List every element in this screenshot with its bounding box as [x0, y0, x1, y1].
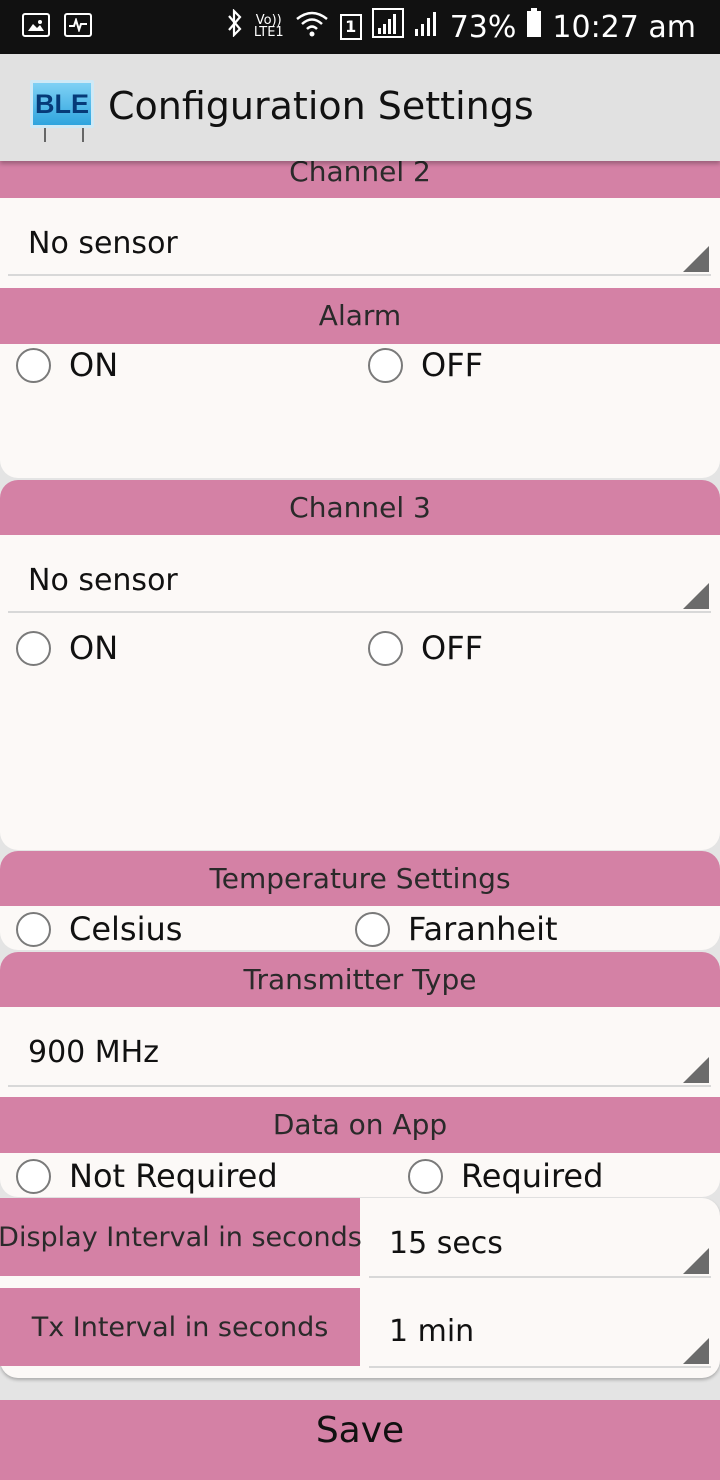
temperature-header-label: Temperature Settings	[209, 862, 511, 895]
signal-icon	[371, 8, 404, 46]
transmitter-header: Transmitter Type	[0, 952, 720, 1007]
volte-bottom-label: LTE1	[253, 25, 284, 40]
required-label: Required	[461, 1157, 604, 1195]
tx-interval-label: Tx Interval in seconds	[0, 1288, 360, 1366]
channel3-header-label: Channel 3	[289, 491, 431, 524]
settings-scroll-area[interactable]: Channel 2 No sensor Alarm ON OFF Channel…	[0, 161, 720, 1480]
radio-unchecked-icon	[368, 347, 403, 383]
celsius-radio[interactable]: Celsius	[16, 910, 182, 948]
app-bar: BLE Configuration Settings	[0, 54, 720, 161]
channel2-header-label: Channel 2	[289, 161, 431, 188]
tx-interval-value: 1 min	[389, 1314, 475, 1349]
dropdown-arrow-icon	[683, 1057, 709, 1083]
channel3-header: Channel 3	[0, 480, 720, 535]
dropdown-arrow-icon	[683, 1338, 709, 1364]
sim1-icon: 1	[339, 14, 362, 40]
dropdown-arrow-icon	[683, 583, 709, 609]
image-icon	[22, 13, 50, 37]
channel2-sensor-value: No sensor	[28, 226, 178, 261]
radio-unchecked-icon	[16, 1158, 51, 1194]
transmitter-card: 900 MHz	[0, 1007, 720, 1097]
dropdown-arrow-icon	[683, 246, 709, 272]
channel3-on-radio[interactable]: ON	[16, 629, 118, 667]
alarm-off-label: OFF	[421, 346, 483, 384]
status-left-icons	[22, 13, 92, 37]
radio-unchecked-icon	[368, 630, 403, 666]
display-interval-spinner[interactable]: 15 secs	[369, 1198, 711, 1278]
alarm-card: ON OFF	[0, 344, 720, 478]
wifi-icon	[294, 9, 330, 45]
not-required-radio[interactable]: Not Required	[16, 1157, 278, 1195]
alarm-header: Alarm	[0, 288, 720, 344]
not-required-label: Not Required	[69, 1157, 278, 1195]
transmitter-type-value: 900 MHz	[28, 1035, 159, 1070]
status-right-icons: Vo)) LTE1 1 73% 10:27 am	[226, 8, 696, 46]
display-interval-label: Display Interval in seconds	[0, 1198, 362, 1276]
save-button[interactable]: Save	[0, 1400, 720, 1480]
battery-icon	[526, 8, 542, 46]
bluetooth-icon	[226, 8, 244, 45]
transmitter-type-spinner[interactable]: 900 MHz	[8, 1007, 711, 1087]
celsius-label: Celsius	[69, 910, 183, 948]
dropdown-arrow-icon	[683, 1248, 709, 1274]
radio-unchecked-icon	[16, 347, 51, 383]
temperature-header: Temperature Settings	[0, 851, 720, 906]
page-title: Configuration Settings	[108, 84, 534, 128]
data-on-app-header-label: Data on App	[272, 1108, 448, 1141]
signal2-icon	[414, 9, 440, 45]
channel2-header: Channel 2	[0, 161, 720, 198]
channel2-card: No sensor	[0, 198, 720, 288]
channel3-on-label: ON	[69, 629, 119, 667]
alarm-on-radio[interactable]: ON	[16, 346, 118, 384]
ble-logo-stand	[44, 128, 84, 142]
channel3-sensor-value: No sensor	[28, 563, 178, 598]
channel2-sensor-spinner[interactable]: No sensor	[8, 198, 711, 276]
temperature-card: Celsius Faranheit	[0, 906, 720, 950]
radio-unchecked-icon	[408, 1158, 443, 1194]
radio-unchecked-icon	[16, 911, 51, 947]
clock: 10:27 am	[552, 9, 696, 45]
data-on-app-header: Data on App	[0, 1097, 720, 1153]
volte-icon: Vo)) LTE1	[253, 14, 284, 40]
tx-interval-spinner[interactable]: 1 min	[369, 1288, 711, 1368]
battery-percent: 73%	[449, 9, 517, 45]
channel3-off-radio[interactable]: OFF	[368, 629, 483, 667]
channel3-off-label: OFF	[421, 629, 483, 667]
display-interval-value: 15 secs	[389, 1226, 503, 1261]
radio-unchecked-icon	[16, 630, 51, 666]
intervals-card: Display Interval in seconds 15 secs Tx I…	[0, 1198, 720, 1378]
data-on-app-card: Not Required Required	[0, 1153, 720, 1197]
transmitter-header-label: Transmitter Type	[243, 963, 477, 996]
status-bar: Vo)) LTE1 1 73% 10:27 am	[0, 0, 720, 54]
ble-logo: BLE	[30, 80, 94, 128]
channel3-sensor-spinner[interactable]: No sensor	[8, 535, 711, 613]
required-radio[interactable]: Required	[408, 1157, 603, 1195]
radio-unchecked-icon	[355, 911, 390, 947]
faranheit-label: Faranheit	[408, 910, 558, 948]
alarm-on-label: ON	[69, 346, 119, 384]
alarm-header-label: Alarm	[318, 299, 402, 332]
faranheit-radio[interactable]: Faranheit	[355, 910, 558, 948]
alarm-off-radio[interactable]: OFF	[368, 346, 483, 384]
channel3-card: No sensor ON OFF	[0, 535, 720, 850]
pulse-icon	[64, 13, 92, 37]
